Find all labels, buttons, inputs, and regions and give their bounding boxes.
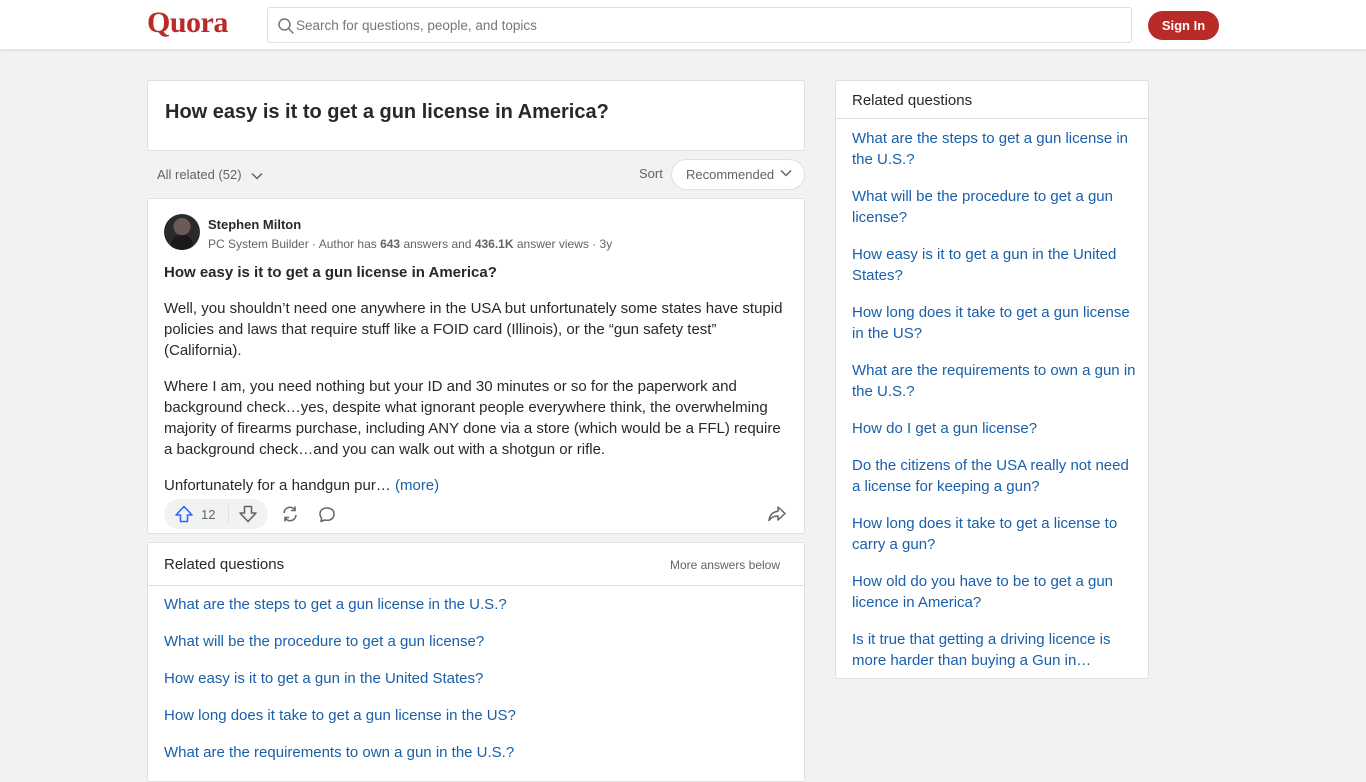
upvote-icon[interactable] [174, 505, 194, 523]
chevron-down-icon [780, 169, 792, 177]
upvote-count: 12 [201, 507, 216, 522]
meta-prefix: PC System Builder · Author has [208, 237, 381, 251]
related-question-link[interactable]: What will be the procedure to get a gun … [164, 633, 484, 650]
search-input[interactable] [296, 8, 1116, 42]
comment-icon[interactable] [318, 506, 336, 523]
share-icon[interactable] [767, 505, 787, 523]
related-question-link[interactable]: What are the requirements to own a gun i… [164, 744, 514, 761]
sidebar-question-link[interactable]: How long does it take to get a license t… [852, 513, 1137, 555]
more-link[interactable]: (more) [395, 477, 439, 494]
vote-pill: 12 [164, 499, 268, 529]
answer-question-title[interactable]: How easy is it to get a gun license in A… [164, 264, 497, 281]
sidebar-related-questions: Related questions What are the steps to … [835, 80, 1149, 679]
sidebar-question-link[interactable]: How long does it take to get a gun licen… [852, 302, 1137, 344]
top-bar: Quora Sign In [0, 0, 1366, 50]
downvote-icon[interactable] [238, 505, 258, 523]
answer-actions: 12 [164, 499, 792, 529]
meta-mid: answers and [400, 237, 475, 251]
sidebar-question-link[interactable]: How easy is it to get a gun in the Unite… [852, 244, 1137, 286]
sort-dropdown[interactable]: Recommended [671, 159, 805, 190]
sidebar-question-link[interactable]: What will be the procedure to get a gun … [852, 186, 1137, 228]
chevron-down-icon [251, 172, 263, 180]
related-question-link[interactable]: What are the steps to get a gun license … [164, 596, 507, 613]
sort-label: Sort [639, 166, 663, 181]
question-card: How easy is it to get a gun license in A… [147, 80, 805, 151]
sort-value: Recommended [686, 167, 775, 182]
all-related-dropdown[interactable]: All related (52) [157, 167, 263, 182]
sign-in-button[interactable]: Sign In [1148, 11, 1219, 40]
views-count: 436.1K [474, 237, 514, 251]
answer-paragraph: Where I am, you need nothing but your ID… [164, 378, 781, 458]
related-question-link[interactable]: How easy is it to get a gun in the Unite… [164, 670, 483, 687]
search-icon [278, 18, 294, 34]
sidebar-question-link[interactable]: What are the requirements to own a gun i… [852, 360, 1137, 402]
sidebar-question-link[interactable]: How do I get a gun license? [852, 418, 1137, 439]
all-related-label: All related (52) [157, 167, 242, 182]
sidebar-related-title: Related questions [852, 92, 973, 109]
meta-suffix: answer views · 3y [513, 237, 613, 251]
answer-card: Stephen Milton PC System Builder · Autho… [147, 198, 805, 534]
related-title: Related questions [164, 556, 285, 573]
sidebar-related-header: Related questions [836, 81, 1148, 119]
quora-logo[interactable]: Quora [147, 6, 228, 40]
reshare-icon[interactable] [280, 505, 300, 523]
truncated-text: Unfortunately for a handgun pur… [164, 477, 391, 494]
related-header: Related questions More answers below [148, 543, 804, 586]
sidebar-question-link[interactable]: Do the citizens of the USA really not ne… [852, 455, 1137, 497]
vote-divider [228, 505, 229, 523]
inline-related-questions: Related questions More answers below Wha… [147, 542, 805, 782]
question-title: How easy is it to get a gun license in A… [165, 101, 609, 123]
search-box[interactable] [267, 7, 1132, 43]
author-credentials: PC System Builder · Author has 643 answe… [208, 237, 612, 251]
sidebar-question-link[interactable]: How old do you have to be to get a gun l… [852, 571, 1137, 613]
sidebar-question-link[interactable]: What are the steps to get a gun license … [852, 128, 1137, 170]
author-name[interactable]: Stephen Milton [208, 217, 301, 232]
answer-filter-row: All related (52) Sort Recommended [147, 158, 805, 190]
answer-paragraph-truncated: Unfortunately for a handgun pur… (more) [164, 475, 792, 496]
more-answers-below: More answers below [669, 558, 780, 572]
answers-count: 643 [380, 237, 401, 251]
related-question-link[interactable]: How long does it take to get a gun licen… [164, 707, 516, 724]
avatar[interactable] [164, 214, 200, 250]
sidebar-question-link[interactable]: Is it true that getting a driving licenc… [852, 629, 1137, 671]
answer-paragraph: Well, you shouldn’t need one anywhere in… [164, 300, 783, 359]
